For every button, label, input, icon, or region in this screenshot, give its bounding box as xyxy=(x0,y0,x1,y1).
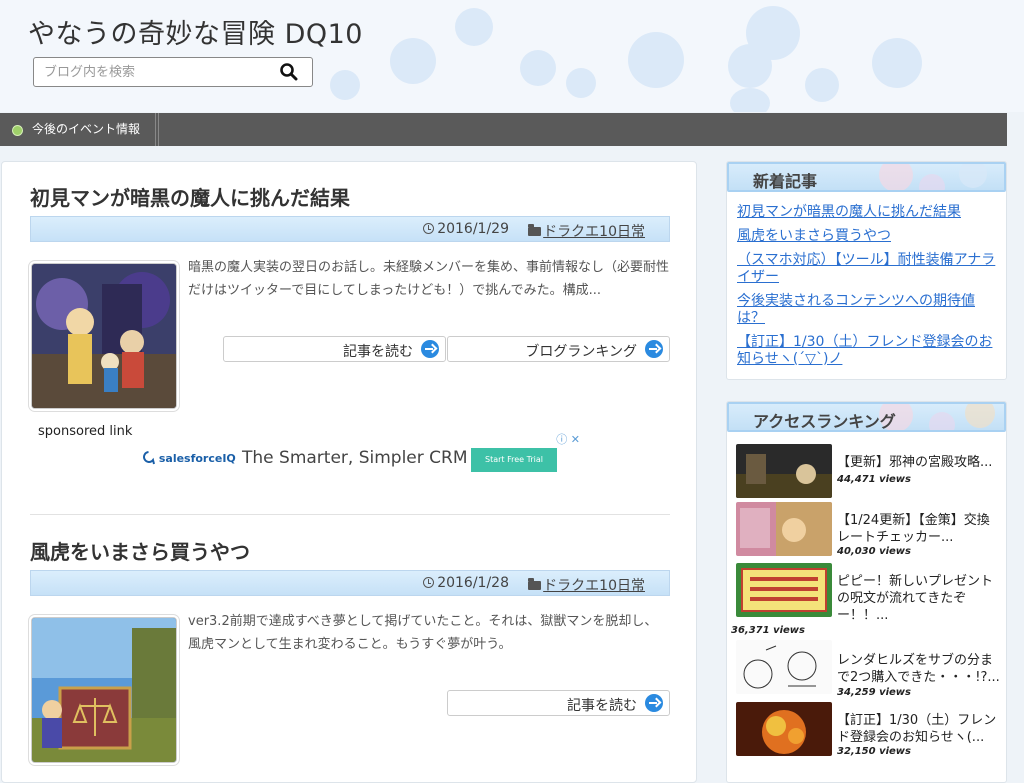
post-title[interactable]: 風虎をいまさら買うやつ xyxy=(30,536,250,565)
widget-header: 新着記事 xyxy=(727,162,1006,192)
new-post-link[interactable]: 初見マンが暗黒の魔人に挑んだ結果 xyxy=(737,204,996,221)
read-more-label: 記事を読む xyxy=(343,344,413,360)
header-bubble xyxy=(805,68,839,102)
ad-banner[interactable]: salesforceIQ The Smarter, Simpler CRM St… xyxy=(138,431,580,475)
header-bubble xyxy=(628,32,684,88)
new-post-link[interactable]: 【訂正】1/30（土）フレンド登録会のお知らせヽ(´▽`)ノ xyxy=(737,334,996,368)
post-category[interactable]: ドラクエ10日常 xyxy=(528,575,645,595)
ranking-thumbnail[interactable] xyxy=(736,702,832,756)
header-bubble xyxy=(746,6,800,60)
new-post-link[interactable]: 今後実装されるコンテンツへの期待値は？ xyxy=(737,293,996,327)
arrow-right-icon xyxy=(645,694,663,712)
widget-title: アクセスランキング xyxy=(753,412,896,431)
search-input[interactable] xyxy=(42,58,276,86)
read-more-label: 記事を読む xyxy=(567,698,637,714)
header-bubble xyxy=(872,38,922,88)
post-excerpt: ver3.2前期で達成すべき夢として掲げていたこと。それは、獄獣マンを脱却し、風… xyxy=(188,614,658,652)
post-excerpt: 暗黒の魔人実装の翌日のお話し。未経験メンバーを集め、事前情報なし（必要耐性だけは… xyxy=(188,260,670,298)
site-title[interactable]: やなうの奇妙な冒険 DQ10 xyxy=(28,12,363,51)
header-bubble xyxy=(390,38,436,84)
clock-icon xyxy=(423,577,435,588)
widget-title: 新着記事 xyxy=(753,172,818,191)
ranking-thumbnail[interactable] xyxy=(736,444,832,498)
new-post-link[interactable]: 風虎をいまさら買うやつ xyxy=(737,228,996,245)
post-thumbnail[interactable] xyxy=(31,617,177,763)
clock-icon xyxy=(423,223,435,234)
sponsored-label: sponsored link xyxy=(38,424,133,439)
ranking-thumbnail[interactable] xyxy=(736,563,832,617)
access-ranking-widget: アクセスランキング 【更新】邪神の宮殿攻略... 44,471 views 【1… xyxy=(726,401,1007,783)
nav-item-label: 今後のイベント情報 xyxy=(32,122,141,136)
salesforce-logo-icon xyxy=(143,451,155,465)
ad-cta-button[interactable]: Start Free Trial xyxy=(471,448,557,472)
post-category[interactable]: ドラクエ10日常 xyxy=(528,221,645,241)
ad-headline: The Smarter, Simpler CRM xyxy=(242,448,468,468)
ranking-views: 36,371 views xyxy=(731,625,805,636)
read-more-button[interactable]: 記事を読む xyxy=(223,336,446,362)
ranking-title[interactable]: レンダヒルズをサブの分まで2つ購入できた・・・!?... xyxy=(837,652,1001,686)
arrow-right-icon xyxy=(421,340,439,358)
header-bubble xyxy=(520,50,556,86)
ranking-title[interactable]: 【更新】邪神の宮殿攻略... xyxy=(837,454,1001,471)
site-header: やなうの奇妙な冒険 DQ10 xyxy=(0,0,1024,112)
new-post-link[interactable]: （スマホ対応）【ツール】耐性装備アナライザー xyxy=(737,252,996,286)
post-date: 2016/1/28 xyxy=(423,575,509,591)
blog-ranking-button[interactable]: ブログランキング xyxy=(447,336,670,362)
nav-item-events[interactable]: 今後のイベント情報 xyxy=(0,113,156,146)
search-icon[interactable] xyxy=(280,63,298,85)
ranking-title[interactable]: 【訂正】1/30（土）フレンド登録会のお知らせヽ(... xyxy=(837,712,1001,746)
new-posts-widget: 新着記事 初見マンが暗黒の魔人に挑んだ結果 風虎をいまさら買うやつ （スマホ対応… xyxy=(726,161,1007,380)
search-box xyxy=(33,57,313,87)
ranking-title[interactable]: ピピー！新しいプレゼントの呪文が流れてきたぞー！！... xyxy=(837,573,1001,624)
ranking-views: 40,030 views xyxy=(837,546,911,557)
ad-close-icon[interactable]: ⓘ ✕ xyxy=(556,431,580,447)
main-content: 初見マンが暗黒の魔人に挑んだ結果 2016/1/29 ドラクエ10日常 暗黒の魔… xyxy=(1,161,697,783)
folder-icon xyxy=(528,224,542,236)
widget-header: アクセスランキング xyxy=(727,402,1006,432)
arrow-right-icon xyxy=(645,340,663,358)
ranking-views: 44,471 views xyxy=(837,474,911,485)
post-thumbnail[interactable] xyxy=(31,263,177,409)
ranking-views: 32,150 views xyxy=(837,746,911,757)
post-divider xyxy=(30,514,670,515)
header-bubble xyxy=(330,70,360,100)
bullet-icon xyxy=(12,125,23,136)
folder-icon xyxy=(528,578,542,590)
ranking-views: 34,259 views xyxy=(837,687,911,698)
post-meta: 2016/1/29 ドラクエ10日常 xyxy=(30,216,670,242)
ranking-title[interactable]: 【1/24更新】【金策】交換レートチェッカー... xyxy=(837,512,1001,546)
ad-brand: salesforceIQ xyxy=(142,451,236,465)
post-meta: 2016/1/28 ドラクエ10日常 xyxy=(30,570,670,596)
post-title[interactable]: 初見マンが暗黒の魔人に挑んだ結果 xyxy=(30,182,350,211)
blog-ranking-label: ブログランキング xyxy=(525,344,637,360)
global-nav: 今後のイベント情報 xyxy=(0,113,1007,146)
nav-divider xyxy=(158,113,159,146)
ranking-thumbnail[interactable] xyxy=(736,640,832,694)
read-more-button[interactable]: 記事を読む xyxy=(447,690,670,716)
header-bubble xyxy=(455,8,493,46)
header-bubble xyxy=(566,68,596,98)
post-date: 2016/1/29 xyxy=(423,221,509,237)
header-bubble xyxy=(730,88,770,112)
new-posts-list: 初見マンが暗黒の魔人に挑んだ結果 風虎をいまさら買うやつ （スマホ対応）【ツール… xyxy=(727,204,1006,368)
ranking-thumbnail[interactable] xyxy=(736,502,832,556)
